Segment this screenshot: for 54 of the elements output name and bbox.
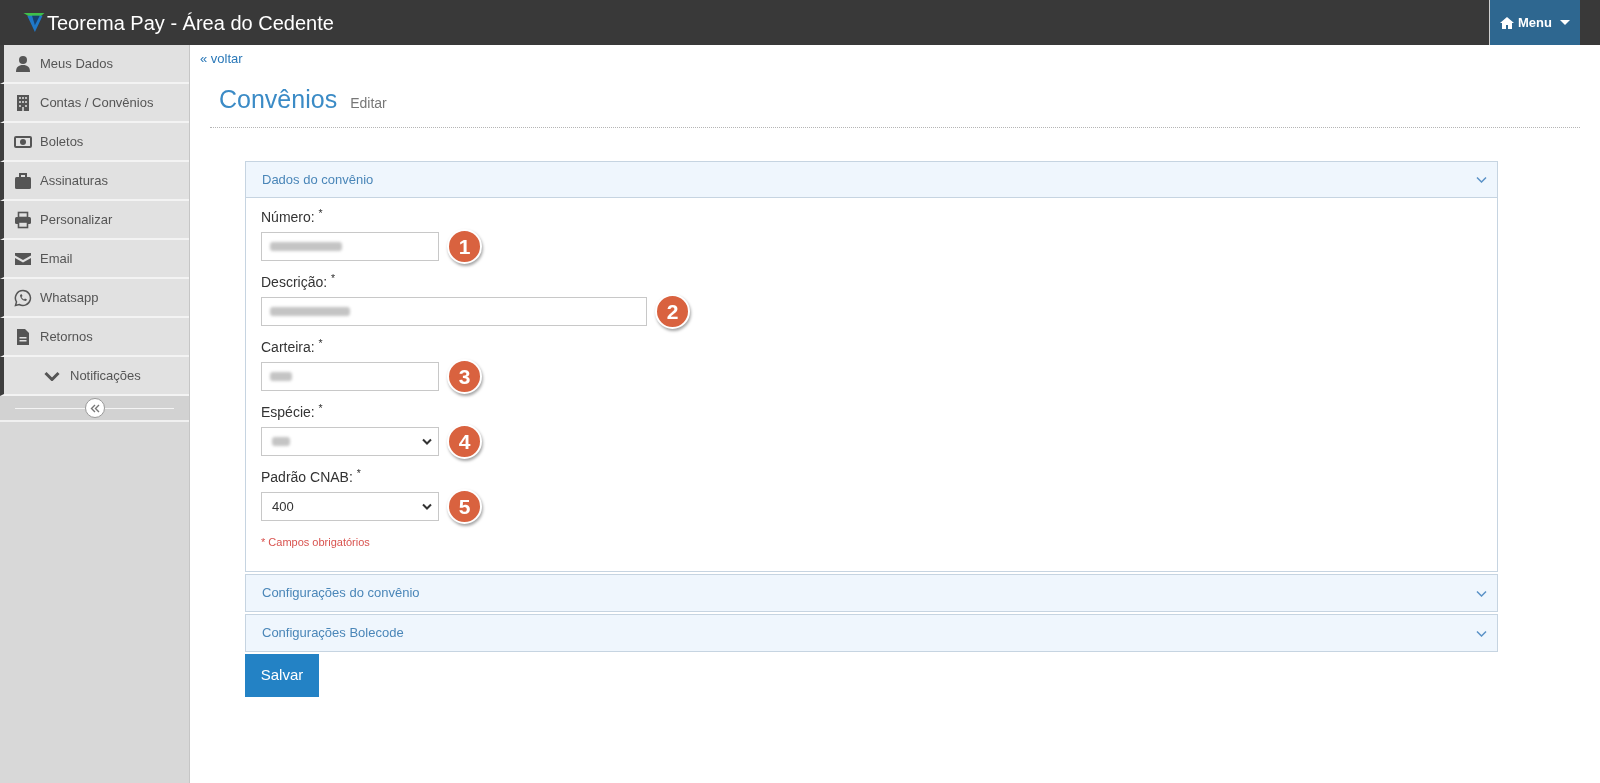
chevron-down-icon (1476, 629, 1487, 637)
back-link[interactable]: « voltar (200, 51, 243, 67)
logo-icon (21, 12, 45, 33)
field-label: Espécie: $^{*}$ (261, 402, 323, 422)
menu-button[interactable]: Menu (1489, 0, 1580, 45)
input-field[interactable] (261, 297, 647, 326)
app-title: Teorema Pay - Área do Cedente (47, 10, 334, 36)
blurred-value-bar (272, 437, 290, 446)
required-fields-note: * Campos obrigatórios (261, 535, 370, 550)
accordion-header[interactable]: Dados do convênio (246, 162, 1497, 198)
page-subtitle: Editar (350, 94, 387, 113)
chevron-down-icon (1476, 589, 1487, 597)
field-label: Padrão CNAB: $^{*}$ (261, 467, 361, 487)
sidebar-item[interactable]: Meus Dados (0, 45, 189, 84)
field-label: Número: $^{*}$ (261, 207, 323, 227)
sidebar-item[interactable]: Assinaturas (0, 162, 189, 201)
step-marker: 1 (447, 229, 482, 264)
accordion-header[interactable]: Configurações Bolecode (246, 615, 1497, 651)
blurred-value-bar (270, 242, 342, 251)
sidebar-item[interactable]: Boletos (0, 123, 189, 162)
document-icon (14, 327, 32, 346)
double-chevron-left-icon (89, 403, 100, 413)
chevron-down-icon (1476, 176, 1487, 183)
sidebar-item[interactable]: Contas / Convênios (0, 84, 189, 123)
save-button[interactable]: Salvar (245, 654, 319, 697)
step-marker: 2 (655, 294, 690, 329)
field-label: Carteira: $^{*}$ (261, 337, 323, 357)
step-marker: 4 (447, 424, 482, 459)
input-field[interactable] (261, 232, 439, 261)
page-title: Convênios (219, 85, 338, 113)
chevron-down-icon (422, 438, 432, 445)
user-icon (14, 54, 32, 73)
dropdown-field[interactable]: 400 (261, 492, 439, 521)
step-marker: 5 (447, 489, 482, 524)
input-field[interactable] (261, 362, 439, 391)
briefcase-icon (14, 171, 32, 190)
caret-down-icon (1559, 20, 1570, 25)
chevron-down-icon (44, 370, 60, 381)
step-marker: 3 (447, 359, 482, 394)
field-label: Descrição: $^{*}$ (261, 272, 336, 292)
accordion-header[interactable]: Configurações do convênio (246, 575, 1497, 611)
printer-icon (14, 210, 32, 229)
sidebar-item[interactable]: Personalizar (0, 201, 189, 240)
collapse-sidebar-button[interactable] (84, 398, 105, 418)
sidebar-item[interactable]: Retornos (0, 318, 189, 357)
chat-phone-icon (14, 288, 32, 307)
dropdown-field[interactable] (261, 427, 439, 456)
sidebar-item[interactable]: Email (0, 240, 189, 279)
blurred-value-bar (270, 372, 292, 381)
sidebar-item[interactable]: Whatsapp (0, 279, 189, 318)
building-icon (14, 93, 32, 112)
chevron-down-icon (422, 503, 432, 510)
home-icon (1500, 16, 1514, 29)
sidebar-item[interactable]: Notificações (0, 357, 189, 396)
